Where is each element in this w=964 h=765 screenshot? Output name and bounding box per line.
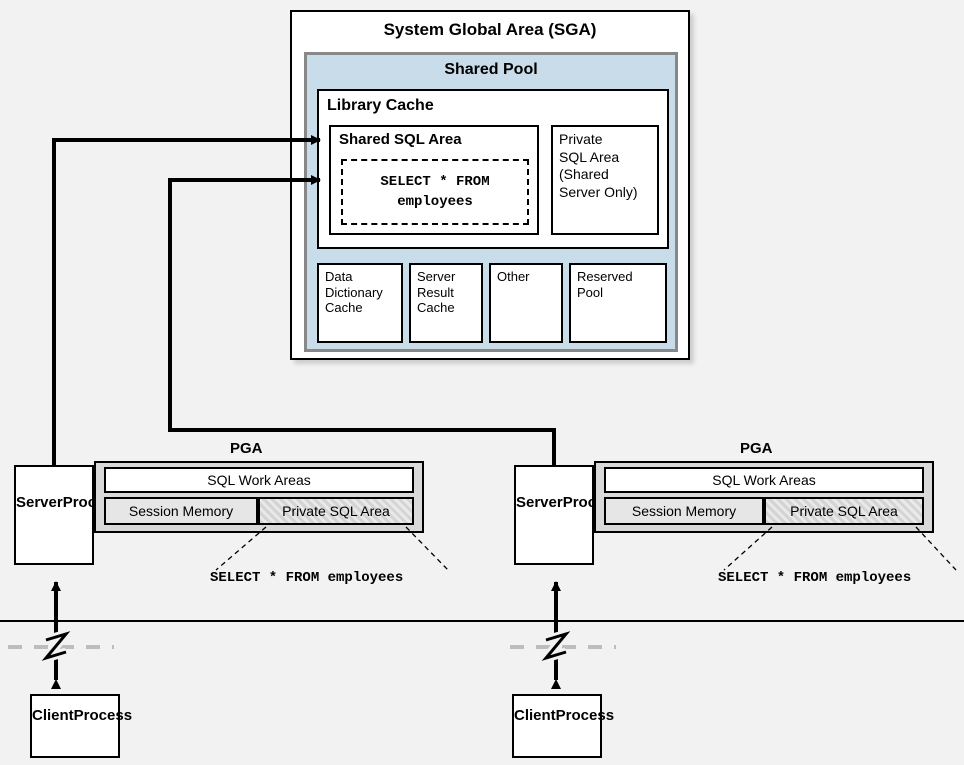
- shared-sql-area-sql: SELECT * FROM employees: [341, 159, 529, 225]
- private-sql-area-shared-server: PrivateSQL Area(SharedServer Only): [551, 125, 659, 235]
- private-sql-area-right: Private SQL Area: [764, 497, 924, 525]
- session-memory-right: Session Memory: [604, 497, 764, 525]
- dashed-line-right: [510, 645, 616, 649]
- pga-sql-text-right: SELECT * FROM employees: [718, 570, 911, 586]
- library-cache-title: Library Cache: [327, 97, 434, 115]
- shared-pool: Shared Pool Library Cache Shared SQL Are…: [304, 52, 678, 352]
- other-box: Other: [489, 263, 563, 343]
- shared-pool-title: Shared Pool: [307, 61, 675, 79]
- sga-title: System Global Area (SGA): [292, 20, 688, 40]
- server-process-left: ServerProcess: [14, 465, 94, 565]
- sga-container: System Global Area (SGA) Shared Pool Lib…: [290, 10, 690, 360]
- library-cache: Library Cache Shared SQL Area SELECT * F…: [317, 89, 669, 249]
- data-dictionary-cache: DataDictionaryCache: [317, 263, 403, 343]
- session-memory-left: Session Memory: [104, 497, 258, 525]
- client-process-left: ClientProcess: [30, 694, 120, 758]
- sql-work-areas-right: SQL Work Areas: [604, 467, 924, 493]
- shared-sql-area-title: Shared SQL Area: [339, 131, 462, 148]
- sql-line-2: employees: [397, 194, 473, 210]
- server-result-cache: ServerResultCache: [409, 263, 483, 343]
- client-process-right: ClientProcess: [512, 694, 602, 758]
- shared-sql-area: Shared SQL Area SELECT * FROM employees: [329, 125, 539, 235]
- divider-line: [0, 620, 964, 622]
- pga-label-right: PGA: [740, 440, 773, 457]
- server-process-right: ServerProcess: [514, 465, 594, 565]
- dashed-line-left: [8, 645, 114, 649]
- pga-label-left: PGA: [230, 440, 263, 457]
- sql-line-1: SELECT * FROM: [380, 174, 489, 190]
- sql-work-areas-left: SQL Work Areas: [104, 467, 414, 493]
- reserved-pool: ReservedPool: [569, 263, 667, 343]
- private-sql-area-left: Private SQL Area: [258, 497, 414, 525]
- pga-sql-text-left: SELECT * FROM employees: [210, 570, 403, 586]
